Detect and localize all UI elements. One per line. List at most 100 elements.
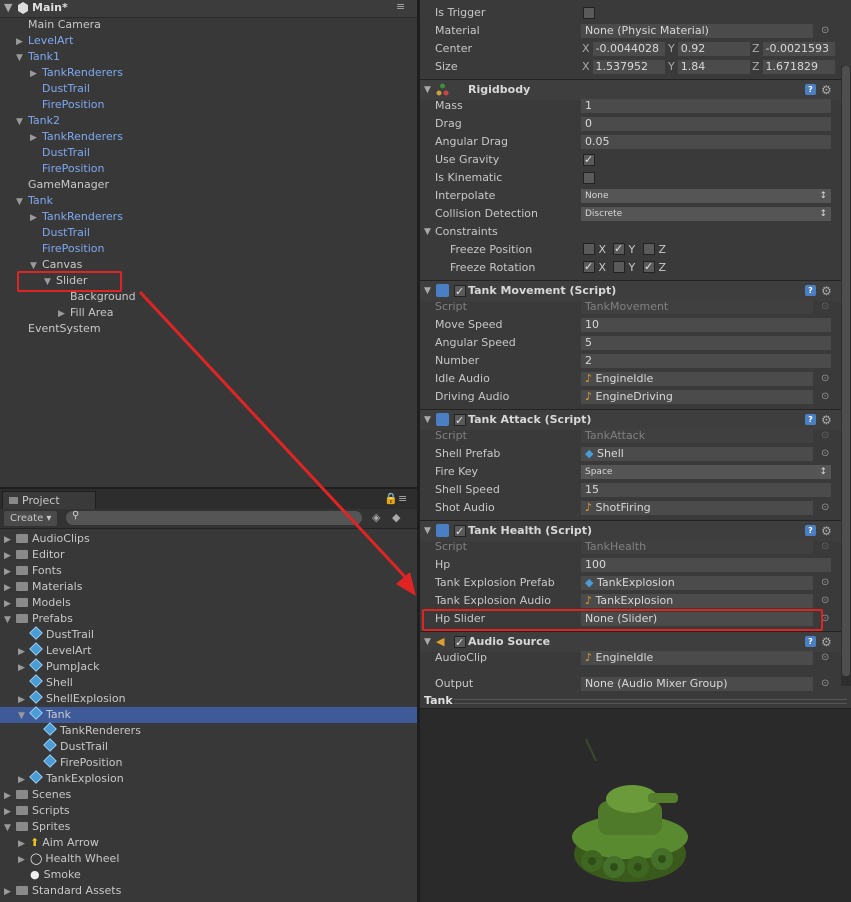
lock-icon[interactable]: 🔒 — [384, 492, 398, 505]
size-x-field[interactable]: X 1.537952 — [582, 60, 665, 74]
number-field[interactable]: 2 — [581, 354, 831, 368]
project-item[interactable]: ▶ Scenes — [0, 787, 417, 803]
angular-drag-field[interactable]: 0.05 — [581, 135, 831, 149]
freeze-pos-z[interactable]: Z — [643, 241, 666, 259]
collapsed-arrow-icon[interactable]: ▶ — [4, 788, 16, 804]
project-item[interactable]: Shell — [0, 674, 417, 691]
foldout-icon[interactable]: ▼ — [424, 223, 431, 241]
help-icon[interactable]: ? — [805, 414, 816, 425]
collapsed-arrow-icon[interactable]: ▶ — [4, 548, 16, 564]
collapsed-arrow-icon[interactable]: ▶ — [18, 836, 30, 852]
expanded-arrow-icon[interactable]: ▼ — [16, 194, 28, 210]
tank-preview-image[interactable] — [420, 709, 851, 902]
freeze-pos-x[interactable]: X — [583, 241, 606, 259]
project-item[interactable]: DustTrail — [0, 738, 417, 755]
collapsed-arrow-icon[interactable]: ▶ — [18, 660, 30, 676]
tank-explosion-audio-field[interactable]: ♪ TankExplosion — [581, 594, 813, 608]
size-z-field[interactable]: Z 1.671829 — [752, 60, 835, 74]
enabled-checkbox[interactable] — [454, 633, 466, 653]
project-item[interactable]: ▶ PumpJack — [0, 658, 417, 676]
menu-icon[interactable]: ≡ — [398, 492, 407, 505]
project-item[interactable]: ▶ AudioClips — [0, 531, 417, 547]
project-item[interactable]: ▼ Tank — [0, 706, 417, 724]
project-item[interactable]: ▶ Scripts — [0, 803, 417, 819]
object-picker-icon[interactable]: ⊙ — [821, 675, 829, 692]
interpolate-dropdown[interactable]: None ↕ — [581, 189, 831, 203]
driving-audio-field[interactable]: ♪ EngineDriving — [581, 390, 813, 404]
hierarchy-item[interactable]: FirePosition — [30, 97, 104, 113]
collapsed-arrow-icon[interactable]: ▶ — [4, 580, 16, 596]
hierarchy-item[interactable]: ▼ Tank — [16, 193, 53, 209]
project-item[interactable]: ▶ ⬆ Aim Arrow — [0, 835, 417, 851]
search-input[interactable]: ⚲ — [66, 510, 362, 525]
freeze-pos-y[interactable]: Y — [613, 240, 635, 259]
collapsed-arrow-icon[interactable]: ▶ — [4, 564, 16, 580]
hierarchy-item[interactable]: ▶ LevelArt — [16, 33, 73, 49]
hierarchy-item[interactable]: ▶ TankRenderers — [30, 129, 123, 145]
hierarchy-item[interactable]: EventSystem — [16, 321, 101, 337]
project-item[interactable]: ▶ ◯ Health Wheel — [0, 851, 417, 867]
object-picker-icon[interactable]: ⊙ — [821, 22, 829, 40]
help-icon[interactable]: ? — [805, 84, 816, 95]
collapsed-arrow-icon[interactable]: ▶ — [18, 644, 30, 660]
project-item[interactable]: ▼ Prefabs — [0, 611, 417, 627]
center-y-field[interactable]: Y 0.92 — [668, 42, 750, 56]
angular-speed-field[interactable]: 5 — [581, 336, 831, 350]
help-icon[interactable]: ? — [805, 285, 816, 296]
project-item[interactable]: ▶ TankExplosion — [0, 770, 417, 787]
object-picker-icon[interactable]: ⊙ — [821, 499, 829, 517]
project-item[interactable]: ● Smoke — [0, 867, 417, 883]
fire-key-dropdown[interactable]: Space ↕ — [581, 465, 831, 479]
scene-title[interactable]: Main* — [32, 1, 68, 14]
collapsed-arrow-icon[interactable]: ▶ — [30, 66, 42, 82]
hierarchy-item[interactable]: DustTrail — [30, 81, 90, 97]
scrollbar-thumb[interactable] — [842, 66, 850, 676]
object-picker-icon[interactable]: ⊙ — [821, 574, 829, 592]
output-field[interactable]: None (Audio Mixer Group) — [581, 677, 813, 691]
collapse-icon[interactable]: ▼ — [4, 1, 12, 14]
expanded-arrow-icon[interactable]: ▼ — [18, 708, 30, 724]
shell-prefab-field[interactable]: ◆ Shell — [581, 447, 813, 461]
enabled-checkbox[interactable] — [454, 282, 466, 302]
enabled-checkbox[interactable] — [454, 411, 466, 431]
collapsed-arrow-icon[interactable]: ▶ — [30, 130, 42, 146]
object-picker-icon[interactable]: ⊙ — [821, 592, 829, 610]
project-item[interactable]: ▼ Sprites — [0, 819, 417, 835]
filter-type-icon[interactable]: ◈ — [372, 511, 380, 524]
enabled-checkbox[interactable] — [454, 522, 466, 542]
drag-handle[interactable] — [454, 699, 847, 704]
use-gravity-checkbox[interactable] — [583, 151, 595, 169]
collapsed-arrow-icon[interactable]: ▶ — [16, 34, 28, 50]
collapsed-arrow-icon[interactable]: ▶ — [4, 884, 16, 900]
hierarchy-item[interactable]: ▶ TankRenderers — [30, 209, 123, 225]
collapsed-arrow-icon[interactable]: ▶ — [4, 532, 16, 548]
project-item[interactable]: ▶ Standard Assets — [0, 883, 417, 899]
collapsed-arrow-icon[interactable]: ▶ — [30, 210, 42, 226]
inspector-scrollbar[interactable] — [841, 66, 851, 686]
collapsed-arrow-icon[interactable]: ▶ — [4, 804, 16, 820]
hierarchy-item[interactable]: ▶ TankRenderers — [30, 65, 123, 81]
collapsed-arrow-icon[interactable]: ▶ — [18, 692, 30, 708]
project-item[interactable]: ▶ Fonts — [0, 563, 417, 579]
object-picker-icon[interactable]: ⊙ — [821, 649, 829, 667]
hierarchy-item[interactable]: ▼ Tank2 — [16, 113, 60, 129]
hierarchy-item[interactable]: ▶ Fill Area — [58, 305, 114, 321]
expanded-arrow-icon[interactable]: ▼ — [4, 612, 16, 628]
object-picker-icon[interactable]: ⊙ — [821, 445, 829, 463]
project-item[interactable]: TankRenderers — [0, 722, 417, 739]
move-speed-field[interactable]: 10 — [581, 318, 831, 332]
constraints-row[interactable]: ▼ Constraints — [420, 223, 851, 241]
project-item[interactable]: ▶ Models — [0, 595, 417, 611]
project-item[interactable]: ▶ LevelArt — [0, 642, 417, 660]
project-item[interactable]: DustTrail — [0, 626, 417, 643]
help-icon[interactable]: ? — [805, 636, 816, 647]
hierarchy-item[interactable]: DustTrail — [30, 225, 90, 241]
size-y-field[interactable]: Y 1.84 — [668, 60, 750, 74]
idle-audio-field[interactable]: ♪ EngineIdle — [581, 372, 813, 386]
audio-clip-field[interactable]: ♪ EngineIdle — [581, 651, 813, 665]
expanded-arrow-icon[interactable]: ▼ — [4, 820, 16, 836]
create-button[interactable]: Create ▾ — [4, 511, 58, 526]
expanded-arrow-icon[interactable]: ▼ — [16, 50, 28, 66]
hierarchy-item[interactable]: FirePosition — [30, 161, 104, 177]
project-item[interactable]: FirePosition — [0, 754, 417, 771]
